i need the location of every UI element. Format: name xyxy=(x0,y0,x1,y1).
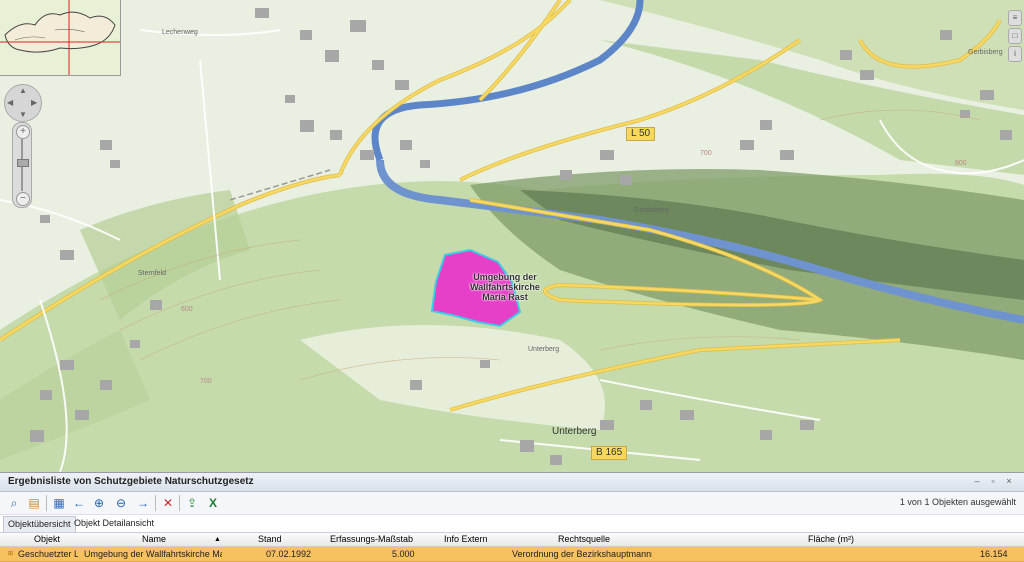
zoom-in-button[interactable]: + xyxy=(16,125,30,139)
table-view-icon[interactable]: ▦ xyxy=(51,495,67,511)
overview-map[interactable] xyxy=(0,0,121,76)
layer-switch-icon[interactable]: ≡ xyxy=(1008,10,1022,26)
sort-ascending-icon[interactable]: ▲ xyxy=(214,533,221,546)
table-row[interactable]: ⊞ Geschuetzter La Umgebung der Wallfahrt… xyxy=(0,547,1024,562)
layer-controls: ≡ □ i xyxy=(1008,10,1022,72)
zoom-out-button[interactable]: − xyxy=(16,192,30,206)
road-sign-l50: L 50 xyxy=(626,127,656,141)
fullscreen-icon[interactable]: □ xyxy=(1008,28,1022,44)
cell-name: Umgebung der Wallfahrtskirche Maria xyxy=(84,549,222,559)
tab-objektuebersicht[interactable]: Objektübersicht xyxy=(3,516,76,532)
column-header-objekt[interactable]: Objekt xyxy=(34,533,60,546)
contour-label-600: 600 xyxy=(181,306,193,313)
folder-icon[interactable]: ▤ xyxy=(26,495,42,511)
results-panel-title: Ergebnisliste von Schutzgebiete Natursch… xyxy=(8,476,254,487)
zoom-handle[interactable] xyxy=(17,159,29,167)
tab-objekt-detailansicht[interactable]: Objekt Detailansicht xyxy=(70,516,158,531)
cell-flaeche: 16.154 xyxy=(980,549,1008,559)
cell-rechtsquelle: Verordnung der Bezirkshauptmannsc xyxy=(512,549,652,559)
map-canvas[interactable] xyxy=(0,0,1024,472)
column-header-info-extern[interactable]: Info Extern xyxy=(444,533,488,546)
selection-status: 1 von 1 Objekten ausgewählt xyxy=(899,497,1016,507)
place-label-unterberg: Unterberg xyxy=(552,426,597,437)
street-label-lechenweg: Lechenweg xyxy=(162,29,198,36)
place-label-gerbisberg: Gerbisberg xyxy=(968,49,1003,56)
zoom-in-icon[interactable]: ⊕ xyxy=(91,495,107,511)
contour-label-700b: 700 xyxy=(200,378,212,385)
info-icon[interactable]: i xyxy=(1008,46,1022,62)
grid-header: Objekt Name ▲ Stand Erfassungs-Maßstab I… xyxy=(0,533,1024,547)
protected-area-label: Umgebung der Wallfahrtskirche Maria Rast xyxy=(440,272,570,302)
column-header-rechtsquelle[interactable]: Rechtsquelle xyxy=(558,533,610,546)
results-panel-header: Ergebnisliste von Schutzgebiete Natursch… xyxy=(0,473,1024,492)
previous-icon[interactable]: ← xyxy=(71,495,87,511)
close-icon[interactable]: × xyxy=(1004,476,1014,486)
results-tabs: Objektübersicht Objekt Detailansicht xyxy=(0,515,1024,533)
protected-area-label-line3: Maria Rast xyxy=(482,292,528,302)
protected-area-label-line1: Umgebung der xyxy=(473,272,537,282)
place-label-sternfeld: Sternfeld xyxy=(138,270,167,277)
column-header-stand[interactable]: Stand xyxy=(258,533,282,546)
protected-area-label-line2: Wallfahrtskirche xyxy=(470,282,540,292)
cell-stand: 07.02.1992 xyxy=(266,549,312,559)
contour-label-800: 800 xyxy=(955,160,967,167)
results-panel: Ergebnisliste von Schutzgebiete Natursch… xyxy=(0,472,1024,562)
place-label-unterberg-small: Unterberg xyxy=(528,346,560,353)
pan-left-icon[interactable]: ◀ xyxy=(7,98,13,107)
excel-export-icon[interactable]: X xyxy=(205,495,221,511)
row-expander-icon[interactable]: ⊞ xyxy=(8,547,13,561)
overview-map-image xyxy=(0,0,120,75)
column-header-erfassungs-massstab[interactable]: Erfassungs-Maßstab xyxy=(330,533,413,546)
zoom-out-icon[interactable]: ⊖ xyxy=(113,495,129,511)
pan-up-icon[interactable]: ▲ xyxy=(19,86,27,95)
next-icon[interactable]: → xyxy=(135,495,151,511)
pan-right-icon[interactable]: ▶ xyxy=(31,98,37,107)
delete-icon[interactable]: ✕ xyxy=(160,495,176,511)
restore-icon[interactable]: ▫ xyxy=(988,476,998,486)
zoom-to-selection-icon[interactable]: ⌕ xyxy=(6,495,22,511)
cell-objekt: Geschuetzter La xyxy=(18,549,78,559)
road-sign-b165: B 165 xyxy=(591,446,628,460)
zoom-slider[interactable]: + − xyxy=(12,122,32,208)
street-label-gerbisberg: Gerbisberg xyxy=(634,207,669,214)
results-toolbar: ⌕ ▤ ▦ ← ⊕ ⊖ → ✕ ⇪ X 1 von 1 Objekten aus… xyxy=(0,492,1024,515)
column-header-name[interactable]: Name xyxy=(142,533,166,546)
pan-control[interactable]: ▲ ▼ ◀ ▶ xyxy=(4,84,42,122)
map-view[interactable]: Umgebung der Wallfahrtskirche Maria Rast… xyxy=(0,0,1024,472)
cell-massstab: 5.000 xyxy=(392,549,415,559)
results-grid: Objekt Name ▲ Stand Erfassungs-Maßstab I… xyxy=(0,533,1024,562)
map-navigation-control: ▲ ▼ ◀ ▶ + − xyxy=(4,84,42,208)
export-icon[interactable]: ⇪ xyxy=(184,495,200,511)
minimize-icon[interactable]: – xyxy=(972,476,982,486)
pan-down-icon[interactable]: ▼ xyxy=(19,110,27,119)
column-header-flaeche[interactable]: Fläche (m²) xyxy=(808,533,854,546)
contour-label-700a: 700 xyxy=(700,150,712,157)
